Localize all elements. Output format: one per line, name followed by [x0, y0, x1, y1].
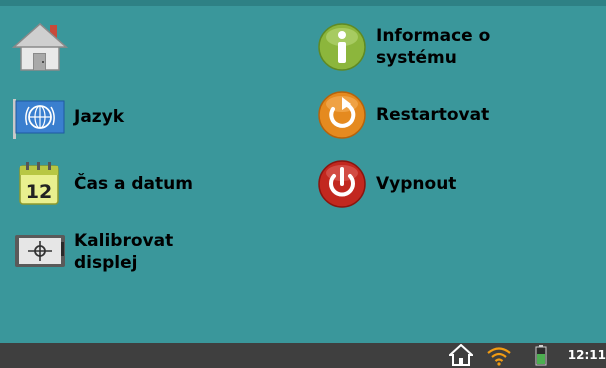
restart-label: Restartovat — [376, 105, 490, 125]
taskbar: 12:11 — [0, 343, 606, 368]
shutdown-label: Vypnout — [376, 174, 457, 194]
system-info-label: Informace o systému — [376, 26, 491, 68]
system-settings-screen: Jazyk 12 Čas a datum Kalibrovat displej … — [0, 0, 606, 368]
info-icon — [314, 21, 370, 73]
calibrate-display-button[interactable]: Kalibrovat displej — [12, 226, 173, 278]
globe-flag-icon — [12, 91, 68, 143]
home-icon[interactable] — [447, 343, 475, 368]
battery-icon[interactable] — [534, 344, 548, 368]
restart-icon — [314, 89, 370, 141]
power-icon — [314, 158, 370, 210]
home-icon — [12, 21, 68, 73]
restart-button[interactable]: Restartovat — [314, 89, 489, 141]
wifi-icon[interactable] — [486, 344, 512, 368]
home-button[interactable] — [12, 21, 74, 73]
date-time-button[interactable]: 12 Čas a datum — [12, 158, 193, 210]
clock-text: 12:11 — [567, 348, 606, 362]
shutdown-button[interactable]: Vypnout — [314, 158, 456, 210]
date-time-label: Čas a datum — [74, 174, 193, 194]
language-button[interactable]: Jazyk — [12, 91, 124, 143]
top-strip — [0, 0, 606, 6]
calibration-target-icon — [12, 226, 68, 278]
calendar-day-text: 12 — [26, 181, 52, 203]
calendar-icon: 12 — [12, 158, 68, 210]
system-info-button[interactable]: Informace o systému — [314, 21, 490, 73]
language-label: Jazyk — [74, 107, 125, 127]
calibrate-display-label: Kalibrovat displej — [74, 231, 174, 273]
